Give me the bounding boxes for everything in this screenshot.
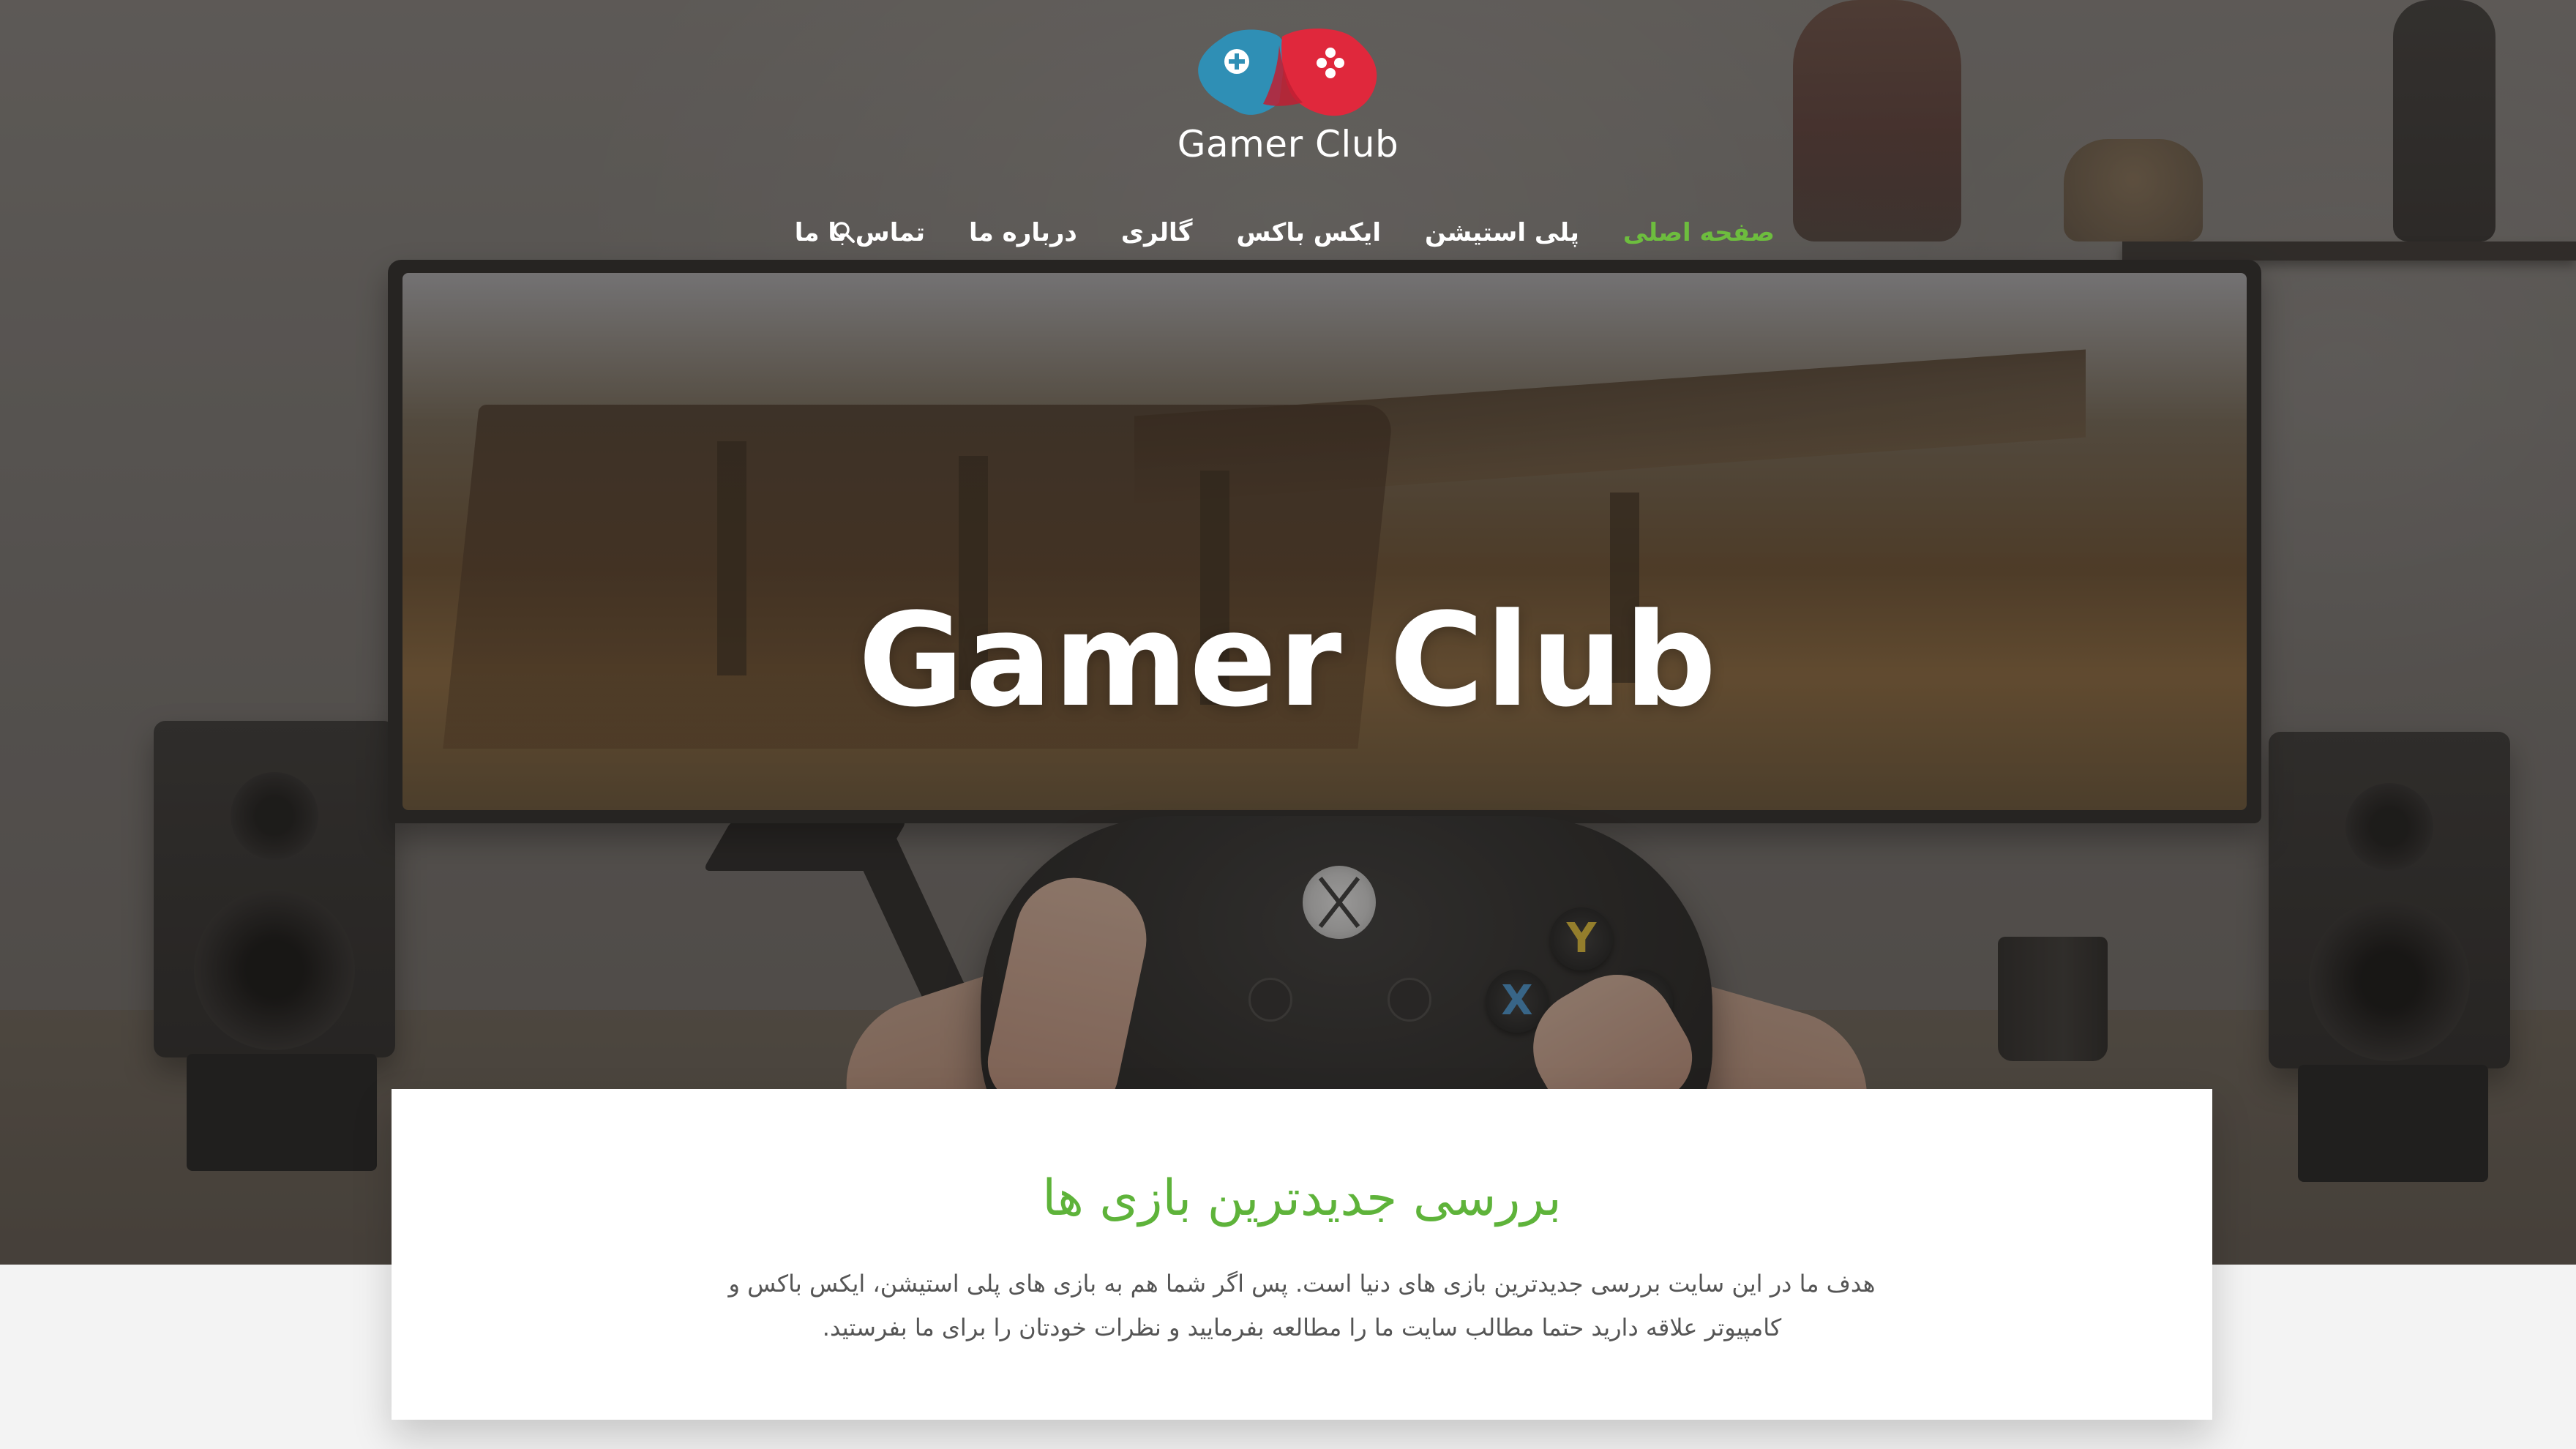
main-nav: تماس با ما درباره ما گالری ایکس باکس پلی…: [795, 211, 1775, 255]
nav-item-xbox[interactable]: ایکس باکس: [1237, 218, 1381, 247]
intro-card: بررسی جدیدترین بازی ها هدف ما در این سای…: [392, 1089, 2212, 1420]
nav-item-playstation[interactable]: پلی استیشن: [1425, 218, 1579, 247]
gamepad-logo-icon: [1198, 28, 1377, 116]
nav-item-about[interactable]: درباره ما: [969, 218, 1077, 247]
intro-heading: بررسی جدیدترین بازی ها: [1042, 1169, 1562, 1227]
site-logo[interactable]: [1193, 16, 1383, 126]
search-icon: [834, 222, 855, 243]
logo-text[interactable]: Gamer Club: [0, 123, 2576, 165]
search-button[interactable]: [830, 218, 859, 247]
page: Y X B Gamer Club تماس با ما درباره ما گا…: [0, 0, 2576, 1449]
nav-item-contact[interactable]: تماس با ما: [795, 218, 925, 247]
intro-text: هدف ما در این سایت بررسی جدیدترین بازی ه…: [728, 1270, 1876, 1341]
nav-item-gallery[interactable]: گالری: [1121, 218, 1193, 247]
hero-title: Gamer Club: [858, 585, 1718, 735]
nav-item-home[interactable]: صفحه اصلی: [1623, 218, 1775, 247]
